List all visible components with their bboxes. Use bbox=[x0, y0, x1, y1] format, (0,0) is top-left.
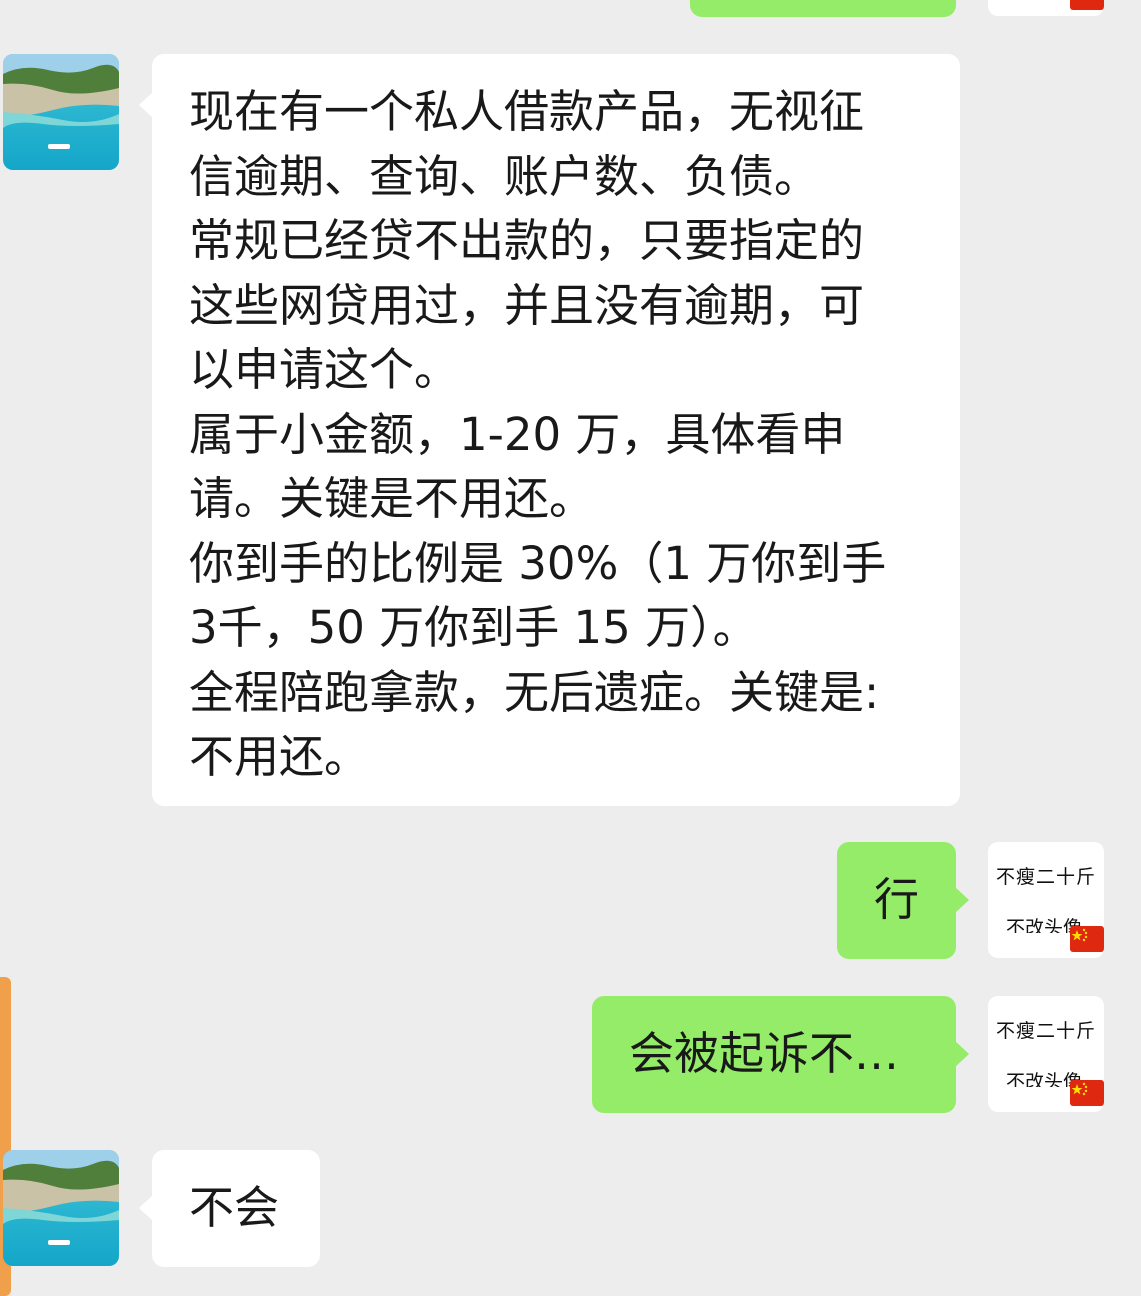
self-avatar[interactable]: 不瘦二十斤 不改头像 bbox=[988, 842, 1104, 958]
contact-avatar[interactable] bbox=[3, 54, 119, 170]
island-photo-icon bbox=[3, 54, 119, 170]
contact-avatar[interactable] bbox=[3, 1150, 119, 1266]
message-text: 行 bbox=[873, 873, 919, 927]
self-avatar[interactable]: 不瘦二十斤 不改头像 bbox=[988, 996, 1104, 1112]
outgoing-message-bubble[interactable]: 会被起诉不… bbox=[592, 996, 969, 1113]
outgoing-message-bubble[interactable]: 行 bbox=[837, 842, 969, 959]
avatar-caption-line1: 不瘦二十斤 bbox=[995, 1020, 1096, 1042]
message-text: 不会 bbox=[189, 1181, 280, 1235]
china-flag-icon bbox=[1070, 926, 1104, 952]
china-flag-icon bbox=[1070, 0, 1104, 10]
incoming-message-bubble[interactable]: 现在有一个私人借款产品，无视征 信逾期、查询、账户数、负债。 常规已经贷不出款的… bbox=[139, 54, 960, 806]
incoming-message-bubble[interactable]: 不会 bbox=[139, 1150, 320, 1267]
message-text: 现在有一个私人借款产品，无视征 信逾期、查询、账户数、负债。 常规已经贷不出款的… bbox=[189, 85, 887, 783]
self-avatar-partial[interactable] bbox=[988, 0, 1104, 16]
avatar-caption-line1: 不瘦二十斤 bbox=[995, 866, 1096, 888]
message-text: 会被起诉不… bbox=[629, 1027, 900, 1081]
china-flag-icon bbox=[1070, 1080, 1104, 1106]
island-photo-icon bbox=[3, 1150, 119, 1266]
previous-outgoing-bubble-partial[interactable] bbox=[690, 0, 956, 17]
